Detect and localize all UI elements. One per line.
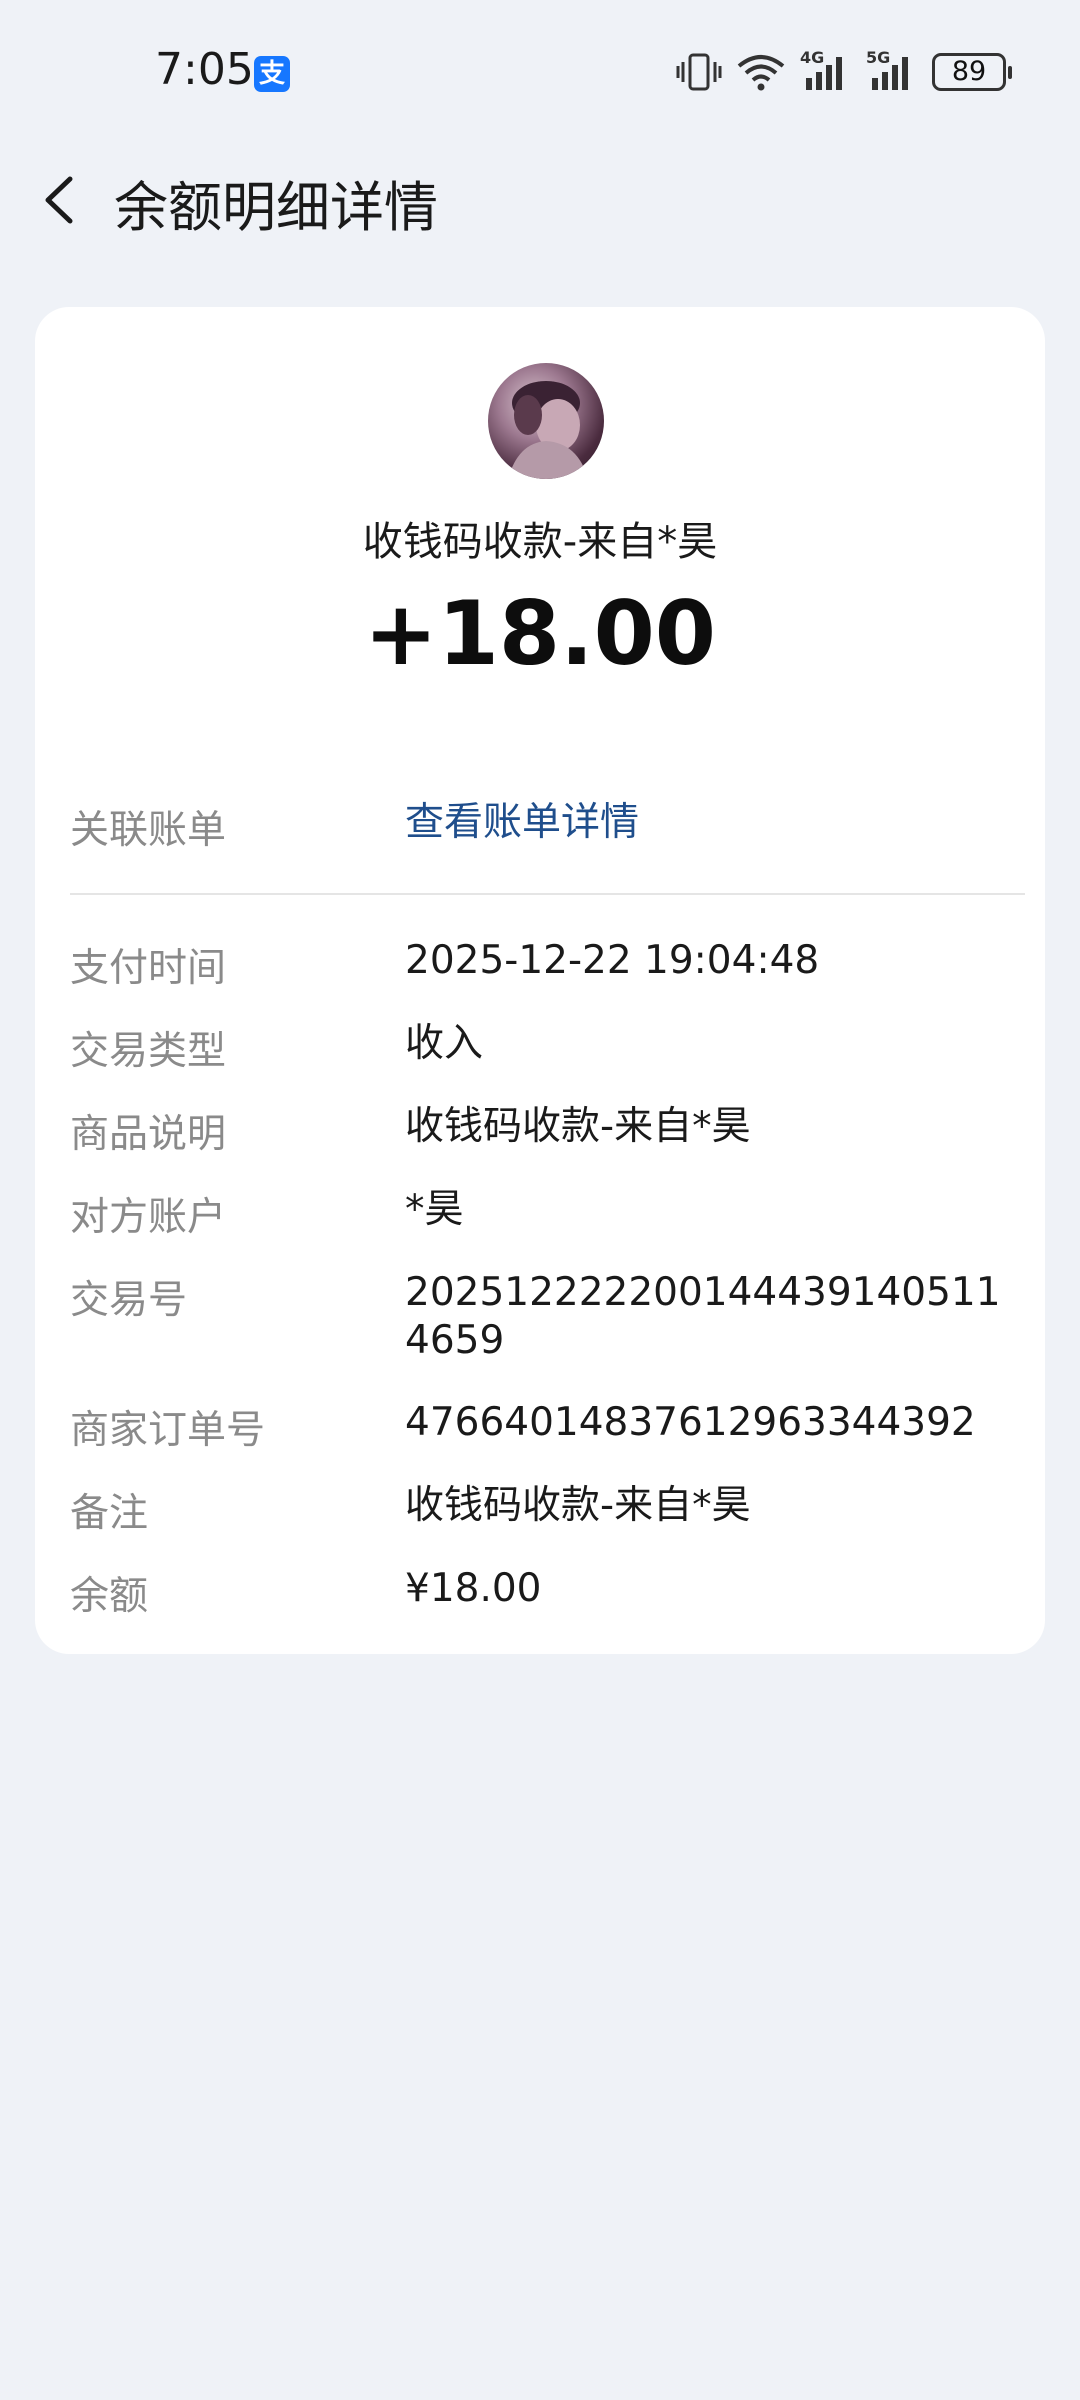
merchant-title: 收钱码收款-来自*昊 (362, 519, 718, 565)
detail-label: 交易号 (70, 1278, 188, 1323)
signal-4g-icon: 4G (800, 48, 852, 92)
detail-value: *昊 (405, 1187, 464, 1232)
divider (70, 893, 1025, 895)
avatar (488, 363, 604, 479)
status-time: 7:05 (155, 44, 254, 95)
vibrate-icon (676, 53, 722, 91)
status-icons: 4G 5G 89 (676, 48, 1012, 96)
detail-value: 收钱码收款-来自*昊 (405, 1483, 751, 1528)
status-bar: 7:05 支 4G 5G 89 (0, 0, 1080, 145)
detail-label: 支付时间 (70, 946, 227, 991)
alipay-badge-icon: 支 (254, 56, 290, 92)
detail-label: 备注 (70, 1491, 149, 1536)
back-button[interactable] (28, 165, 98, 235)
related-bill-row: 关联账单 查看账单详情 (70, 795, 1025, 855)
detail-value[interactable]: 476640148376129633443​92 (405, 1399, 1025, 1447)
page-title: 余额明细详情 (114, 176, 438, 239)
transaction-amount: +18.00 (363, 582, 717, 685)
detail-label: 商家订单号 (70, 1408, 266, 1453)
detail-label: 对方账户 (70, 1195, 227, 1240)
detail-value[interactable]: 2025122222001444391405114659 (405, 1269, 1025, 1365)
detail-label: 交易类型 (70, 1029, 227, 1074)
wifi-icon (737, 55, 785, 91)
transaction-card: 收钱码收款-来自*昊 +18.00 关联账单 查看账单详情 支付时间 2025-… (35, 307, 1045, 1654)
detail-value: 收入 (405, 1021, 484, 1066)
related-bill-label: 关联账单 (70, 808, 227, 853)
battery-icon: 89 (932, 53, 1012, 91)
chevron-left-icon (45, 176, 73, 224)
detail-label: 商品说明 (70, 1112, 227, 1157)
detail-value: ¥18.00 (405, 1566, 542, 1611)
title-bar: 余额明细详情 (0, 145, 1080, 250)
detail-value: 2025-12-22 19:04:48 (405, 938, 820, 983)
signal-5g-icon: 5G (866, 48, 918, 92)
detail-value: 收钱码收款-来自*昊 (405, 1104, 751, 1149)
view-bill-details-link[interactable]: 查看账单详情 (405, 799, 1025, 847)
detail-label: 余额 (70, 1574, 149, 1619)
